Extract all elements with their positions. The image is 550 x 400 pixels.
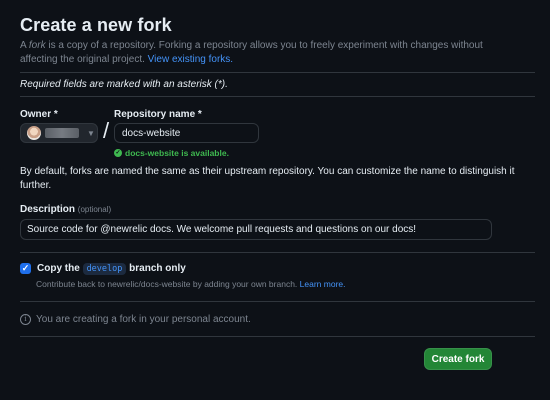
help-text: Contribute back to newrelic/docs-website… <box>36 279 300 289</box>
avatar <box>27 126 41 140</box>
chevron-down-icon: ▼ <box>87 128 95 138</box>
owner-select[interactable]: ▼ <box>20 123 98 143</box>
repository-name-label: Repository name * <box>114 109 202 120</box>
branch-name-chip: develop <box>82 263 127 275</box>
description-label-text: Description <box>20 204 76 215</box>
copy-branch-label: Copy the develop branch only <box>37 263 186 275</box>
info-icon: i <box>20 314 31 325</box>
default-name-note: By default, forks are named the same as … <box>20 166 515 191</box>
intro-text: A fork is a copy of a repository. Forkin… <box>20 39 520 67</box>
check-circle-icon: ✓ <box>114 149 122 157</box>
fork-term: fork <box>28 40 46 51</box>
copy-suffix: branch only <box>126 263 186 274</box>
divider <box>20 336 535 337</box>
personal-account-info: i You are creating a fork in your person… <box>20 314 251 325</box>
repository-name-input[interactable] <box>114 123 259 143</box>
page-title: Create a new fork <box>20 15 172 35</box>
learn-more-link[interactable]: Learn more. <box>300 279 346 289</box>
availability-status: ✓ docs-website is available. <box>114 148 229 158</box>
description-label: Description (optional) <box>20 204 111 215</box>
owner-name-redacted <box>45 128 79 138</box>
availability-text: docs-website is available. <box>125 148 229 158</box>
description-input[interactable] <box>20 219 492 240</box>
divider <box>20 96 535 97</box>
owner-repo-separator: / <box>103 118 110 143</box>
intro-body: is a copy of a repository. Forking a rep… <box>20 40 483 65</box>
divider <box>20 72 535 73</box>
required-fields-note: Required fields are marked with an aster… <box>20 79 228 90</box>
copy-prefix: Copy the <box>37 263 83 274</box>
create-fork-button[interactable]: Create fork <box>424 348 492 370</box>
divider <box>20 301 535 302</box>
copy-branch-help: Contribute back to newrelic/docs-website… <box>36 279 346 289</box>
optional-tag: (optional) <box>77 205 112 214</box>
copy-branch-option: ✓ Copy the develop branch only <box>20 263 186 275</box>
intro-prefix: A <box>20 40 29 51</box>
view-existing-forks-link[interactable]: View existing forks. <box>148 54 233 65</box>
owner-label: Owner * <box>20 109 58 120</box>
info-text: You are creating a fork in your personal… <box>36 314 251 325</box>
copy-branch-checkbox[interactable]: ✓ <box>20 263 31 274</box>
divider <box>20 252 535 253</box>
